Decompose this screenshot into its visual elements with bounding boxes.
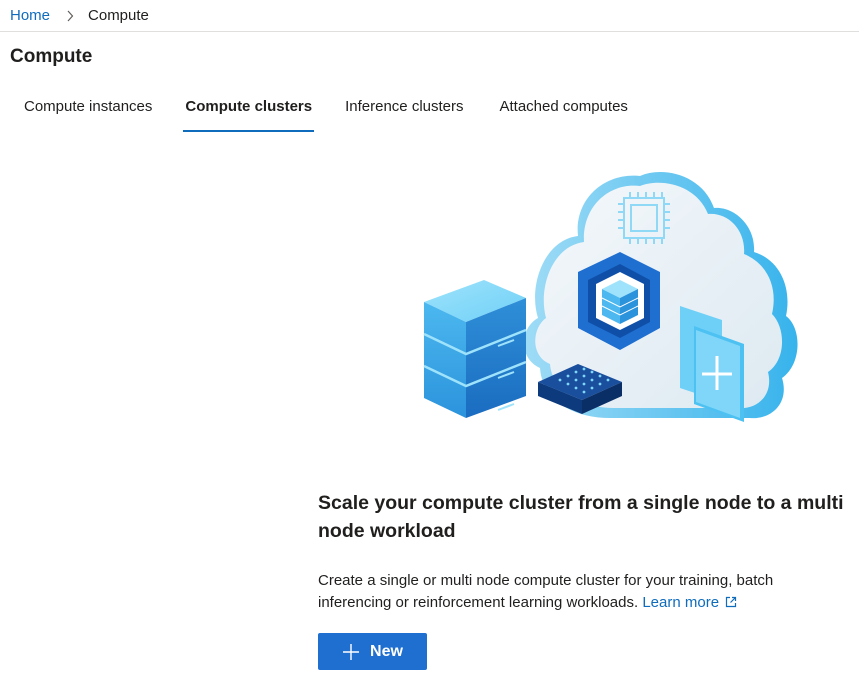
learn-more-link[interactable]: Learn more xyxy=(642,594,737,611)
tab-list: Compute instances Compute clusters Infer… xyxy=(24,96,628,132)
tab-compute-instances[interactable]: Compute instances xyxy=(24,96,152,132)
tab-attached-computes[interactable]: Attached computes xyxy=(500,96,628,132)
empty-state-heading: Scale your compute cluster from a single… xyxy=(318,492,844,542)
empty-state-description: Create a single or multi node compute cl… xyxy=(318,570,848,615)
breadcrumb-current: Compute xyxy=(88,7,149,24)
breadcrumb: Home Compute xyxy=(0,0,859,32)
breadcrumb-home-link[interactable]: Home xyxy=(10,7,50,24)
plus-icon xyxy=(342,643,360,661)
learn-more-label: Learn more xyxy=(642,594,720,611)
cloud-compute-illustration xyxy=(423,171,798,422)
page-title: Compute xyxy=(10,46,93,67)
server-stack-icon xyxy=(423,280,527,418)
tab-inference-clusters[interactable]: Inference clusters xyxy=(345,96,463,132)
tab-compute-clusters[interactable]: Compute clusters xyxy=(183,96,314,132)
external-link-icon xyxy=(725,593,737,615)
chevron-right-icon xyxy=(66,10,74,22)
new-compute-cluster-button[interactable]: New xyxy=(318,633,427,670)
new-button-label: New xyxy=(370,642,403,660)
